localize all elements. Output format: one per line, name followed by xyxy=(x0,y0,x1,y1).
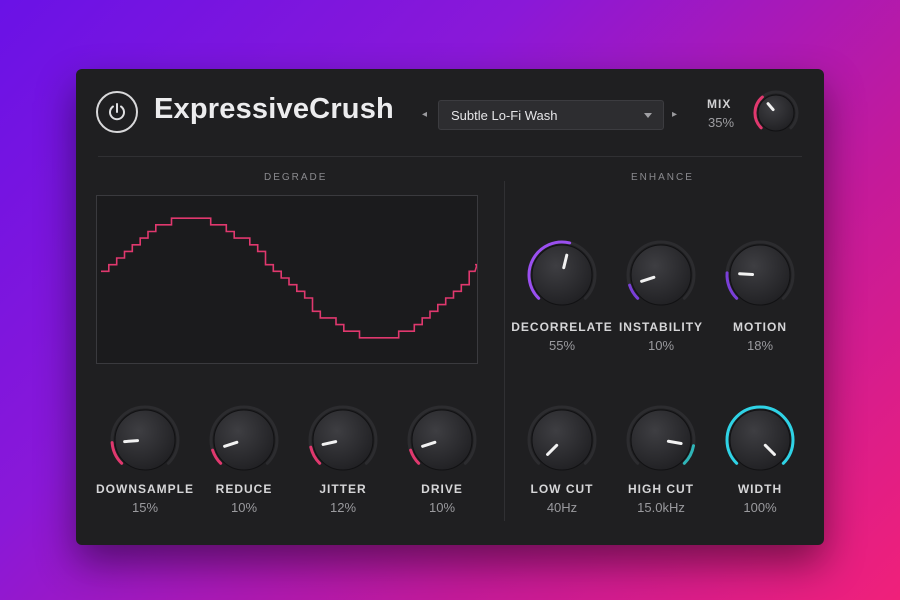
decorrelate-value: 55% xyxy=(548,338,576,353)
preset-prev-button[interactable]: ◂ xyxy=(422,109,427,120)
reduce-label: REDUCE xyxy=(215,482,273,496)
low-cut-label: LOW CUT xyxy=(530,482,594,496)
drive-knob[interactable] xyxy=(407,405,477,475)
instability-value: 10% xyxy=(647,338,675,353)
motion-value: 18% xyxy=(746,338,774,353)
decorrelate-knob[interactable] xyxy=(527,240,597,310)
high-cut-value: 15.0kHz xyxy=(637,500,685,515)
jitter-label: JITTER xyxy=(319,482,367,496)
plugin-panel: ExpressiveCrush ◂ Subtle Lo-Fi Wash ▸ MI… xyxy=(76,69,824,545)
mix-value: 35% xyxy=(708,115,735,130)
high-cut-knob[interactable] xyxy=(626,405,696,475)
jitter-value: 12% xyxy=(329,500,357,515)
mix-label: MIX xyxy=(707,97,732,111)
motion-knob[interactable] xyxy=(725,240,795,310)
downsample-value: 15% xyxy=(131,500,159,515)
enhance-section-title: ENHANCE xyxy=(631,172,694,183)
preset-next-button[interactable]: ▸ xyxy=(672,109,677,120)
high-cut-label: HIGH CUT xyxy=(628,482,694,496)
plugin-title: ExpressiveCrush xyxy=(154,93,394,125)
motion-label: MOTION xyxy=(733,320,787,334)
reduce-value: 10% xyxy=(230,500,258,515)
waveform-display xyxy=(96,195,479,364)
preset-dropdown[interactable]: Subtle Lo-Fi Wash xyxy=(438,100,664,130)
drive-label: DRIVE xyxy=(421,482,463,496)
width-label: WIDTH xyxy=(737,482,783,496)
mix-knob[interactable] xyxy=(753,90,799,136)
instability-label: INSTABILITY xyxy=(618,320,704,334)
width-value: 100% xyxy=(743,500,777,515)
low-cut-value: 40Hz xyxy=(546,500,578,515)
header-divider xyxy=(98,156,802,157)
instability-knob[interactable] xyxy=(626,240,696,310)
power-button[interactable] xyxy=(96,91,138,133)
downsample-label: DOWNSAMPLE xyxy=(96,482,194,496)
preset-name: Subtle Lo-Fi Wash xyxy=(451,107,558,123)
drive-value: 10% xyxy=(428,500,456,515)
power-icon xyxy=(109,103,125,121)
reduce-knob[interactable] xyxy=(209,405,279,475)
jitter-knob[interactable] xyxy=(308,405,378,475)
downsample-knob[interactable] xyxy=(110,405,180,475)
chevron-down-icon xyxy=(644,113,652,118)
degrade-section-title: DEGRADE xyxy=(264,172,328,183)
decorrelate-label: DECORRELATE xyxy=(511,320,613,334)
width-knob[interactable] xyxy=(725,405,795,475)
low-cut-knob[interactable] xyxy=(527,405,597,475)
section-divider xyxy=(504,181,505,521)
